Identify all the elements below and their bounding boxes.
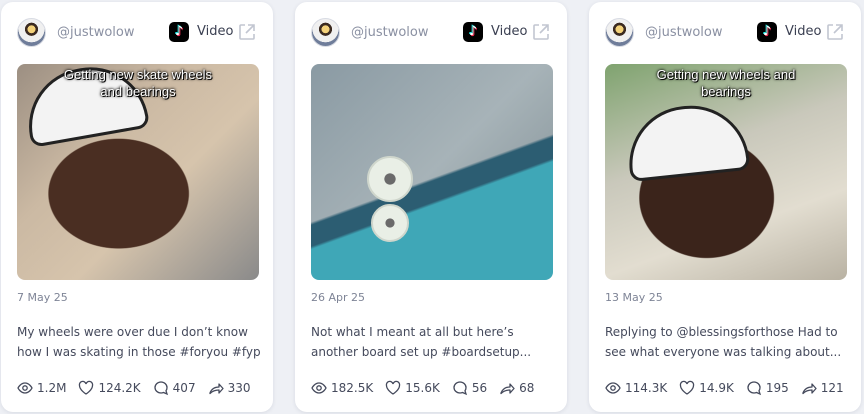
shares-stat: 121 (801, 380, 844, 396)
comments-stat: 195 (746, 380, 789, 396)
shares-count: 68 (519, 381, 535, 395)
views-count: 114.3K (625, 381, 668, 395)
likes-count: 14.9K (699, 381, 734, 395)
external-link-icon[interactable] (825, 22, 845, 42)
description-line: another board set up #boardsetup... (311, 345, 532, 359)
card-header: @justwolow ♪ Video (605, 18, 847, 48)
eye-icon (311, 382, 327, 394)
views-stat: 182.5K (311, 380, 373, 396)
post-description: My wheels were over due I don’t know how… (17, 322, 261, 362)
description-line: how I was skating in those #foryou #fyp.… (17, 345, 261, 359)
media-type-label: Video (491, 24, 528, 39)
comments-count: 56 (471, 381, 488, 395)
avatar[interactable] (311, 18, 340, 47)
caption-line: and bearings (100, 84, 176, 99)
video-thumbnail[interactable]: Getting new wheels and bearings (605, 64, 847, 280)
video-thumbnail[interactable] (311, 64, 553, 280)
person-cap (623, 99, 751, 183)
share-icon (208, 383, 224, 395)
engagement-stats: 182.5K 15.6K 56 68 (311, 378, 546, 398)
caption-line: Getting new wheels and (656, 67, 796, 82)
shares-count: 330 (227, 381, 251, 395)
username[interactable]: @justwolow (57, 25, 135, 40)
likes-stat: 15.6K (385, 380, 440, 396)
username[interactable]: @justwolow (645, 25, 723, 40)
caption-line: bearings (701, 84, 751, 99)
share-icon (500, 383, 515, 395)
video-caption: Getting new skate wheels and bearings (17, 66, 259, 100)
likes-count: 15.6K (405, 381, 440, 395)
comments-stat: 407 (153, 380, 196, 396)
post-card[interactable]: @justwolow ♪ Video Getting new skate whe… (1, 2, 273, 412)
tiktok-icon: ♪ (757, 22, 777, 42)
card-header: @justwolow ♪ Video (17, 18, 259, 48)
likes-stat: 14.9K (679, 380, 734, 396)
caption-line: Getting new skate wheels (63, 67, 213, 82)
tiktok-icon: ♪ (169, 22, 189, 42)
heart-icon (386, 380, 401, 395)
description-line: My wheels were over due I don’t know (17, 325, 248, 339)
skate-wheel (367, 156, 413, 202)
post-date: 26 Apr 25 (311, 291, 366, 304)
comments-count: 407 (172, 381, 196, 395)
video-caption: Getting new wheels and bearings (605, 66, 847, 100)
external-link-icon[interactable] (237, 22, 257, 42)
media-type-label: Video (785, 24, 822, 39)
post-description: Replying to @blessingsforthose Had to se… (605, 322, 849, 362)
comment-icon (154, 381, 168, 396)
comments-count: 195 (765, 381, 789, 395)
post-card[interactable]: @justwolow ♪ Video 26 Apr 25 Not what I … (295, 2, 567, 412)
comments-stat: 56 (452, 380, 487, 396)
post-card[interactable]: @justwolow ♪ Video Getting new wheels an… (589, 2, 861, 412)
comment-icon (747, 381, 761, 396)
views-stat: 114.3K (605, 380, 667, 396)
video-thumbnail[interactable]: Getting new skate wheels and bearings (17, 64, 259, 280)
post-date: 7 May 25 (17, 291, 68, 304)
likes-stat: 124.2K (78, 380, 141, 396)
views-stat: 1.2M (17, 380, 66, 396)
post-date: 13 May 25 (605, 291, 663, 304)
shares-stat: 330 (208, 380, 251, 396)
views-count: 182.5K (331, 381, 374, 395)
card-header: @justwolow ♪ Video (311, 18, 553, 48)
description-line: Replying to @blessingsforthose Had to (605, 325, 838, 339)
heart-icon (680, 380, 695, 395)
heart-icon (79, 380, 94, 395)
description-line: Not what I meant at all but here’s (311, 325, 514, 339)
tiktok-icon: ♪ (463, 22, 483, 42)
eye-icon (17, 382, 33, 394)
shares-stat: 68 (499, 380, 534, 396)
post-description: Not what I meant at all but here’s anoth… (311, 322, 555, 362)
views-count: 1.2M (37, 381, 67, 395)
avatar[interactable] (605, 18, 634, 47)
media-type-label: Video (197, 24, 234, 39)
engagement-stats: 1.2M 124.2K 407 330 (17, 378, 262, 398)
username[interactable]: @justwolow (351, 25, 429, 40)
engagement-stats: 114.3K 14.9K 195 121 (605, 378, 856, 398)
external-link-icon[interactable] (531, 22, 551, 42)
skate-wheel (371, 204, 409, 242)
avatar[interactable] (17, 18, 46, 47)
eye-icon (605, 382, 621, 394)
shares-count: 121 (820, 381, 844, 395)
likes-count: 124.2K (98, 381, 141, 395)
comment-icon (453, 381, 467, 396)
description-line: see what everyone was talking about... (605, 345, 842, 359)
share-icon (802, 383, 817, 395)
